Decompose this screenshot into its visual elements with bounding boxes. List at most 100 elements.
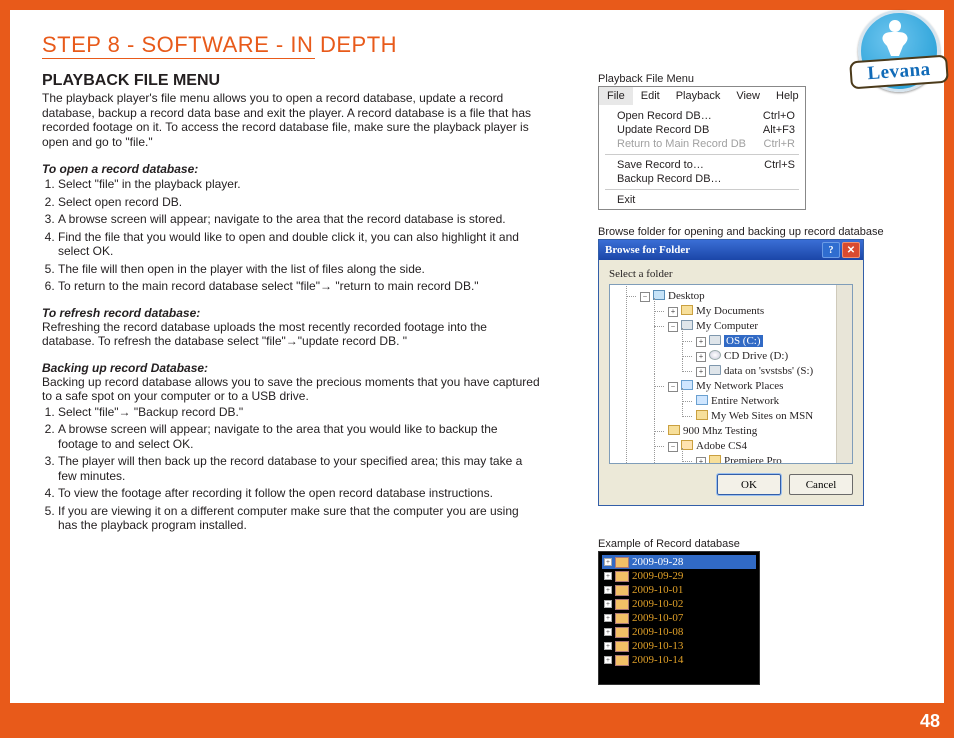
tree-label: data on 'svstsbs' (S:) xyxy=(724,365,813,377)
shot1-caption: Playback File Menu xyxy=(598,73,694,85)
folder-icon xyxy=(696,410,708,420)
menu-view[interactable]: View xyxy=(728,87,768,105)
list-item: To view the footage after recording it f… xyxy=(58,486,540,501)
menu-exit[interactable]: Exit xyxy=(599,193,805,207)
menu-edit[interactable]: Edit xyxy=(633,87,668,105)
tree-msn-sites[interactable]: My Web Sites on MSN xyxy=(682,409,850,424)
list-item: Select "file"→ "Backup record DB." xyxy=(58,405,540,420)
menu-separator xyxy=(605,189,799,190)
menu-backup-record-db[interactable]: Backup Record DB… xyxy=(599,172,805,186)
tree-label: My Computer xyxy=(696,320,758,332)
menu-shortcut: Ctrl+O xyxy=(763,110,795,122)
folder-icon xyxy=(681,305,693,315)
shot2-caption: Browse folder for opening and backing up… xyxy=(598,226,884,238)
tree-label: My Web Sites on MSN xyxy=(711,410,813,422)
menu-label: Save Record to… xyxy=(617,159,704,171)
subheading-open: To open a record database: xyxy=(42,162,540,176)
record-date: 2009-09-29 xyxy=(632,570,683,582)
folder-icon xyxy=(615,627,629,638)
record-date: 2009-09-28 xyxy=(632,556,683,568)
tree-entire-network[interactable]: Entire Network xyxy=(682,394,850,409)
list-item: If you are viewing it on a different com… xyxy=(58,504,540,533)
heading-rule xyxy=(42,58,315,59)
folder-icon xyxy=(615,599,629,610)
folder-icon xyxy=(615,557,629,568)
menu-label: Exit xyxy=(617,194,635,206)
menu-separator xyxy=(605,154,799,155)
tree-desktop[interactable]: −Desktop +My Documents −My Computer +OS … xyxy=(626,289,850,464)
left-column: To open a record database: Select "file"… xyxy=(42,150,540,536)
folder-icon xyxy=(615,585,629,596)
drive-icon xyxy=(709,335,721,345)
ok-button[interactable]: OK xyxy=(717,474,781,495)
tree-adobe-cs4[interactable]: −Adobe CS4 +Premiere Pro Clip Data xyxy=(654,439,850,464)
cd-icon xyxy=(709,350,721,360)
record-row[interactable]: +2009-09-28 xyxy=(602,555,756,569)
menu-update-record-db[interactable]: Update Record DBAlt+F3 xyxy=(599,123,805,137)
logo-text: Levana xyxy=(867,59,932,85)
tree-label: My Documents xyxy=(696,305,764,317)
tree-label: Desktop xyxy=(668,290,705,302)
record-row[interactable]: +2009-10-14 xyxy=(602,653,756,667)
subheading-backup: Backing up record Database: xyxy=(42,361,540,375)
levana-logo: Levana xyxy=(852,6,948,102)
menu-playback[interactable]: Playback xyxy=(668,87,729,105)
record-row[interactable]: +2009-10-02 xyxy=(602,597,756,611)
record-row[interactable]: +2009-09-29 xyxy=(602,569,756,583)
record-row[interactable]: +2009-10-01 xyxy=(602,583,756,597)
section-heading: PLAYBACK FILE MENU xyxy=(42,72,220,90)
close-icon[interactable]: ✕ xyxy=(842,242,860,258)
menubar: File Edit Playback View Help xyxy=(599,87,805,105)
record-row[interactable]: +2009-10-07 xyxy=(602,611,756,625)
menu-return-main-db: Return to Main Record DBCtrl+R xyxy=(599,137,805,151)
tree-network-places[interactable]: −My Network Places Entire Network My Web… xyxy=(654,379,850,424)
cancel-button[interactable]: Cancel xyxy=(789,474,853,495)
list-item: The file will then open in the player wi… xyxy=(58,262,540,277)
tree-my-computer[interactable]: −My Computer +OS (C:) +CD Drive (D:) +da… xyxy=(654,319,850,379)
folder-icon xyxy=(615,655,629,666)
folder-icon xyxy=(709,455,721,464)
list-item: Select "file" in the playback player. xyxy=(58,177,540,192)
help-icon[interactable]: ? xyxy=(822,242,840,258)
page: STEP 8 - SOFTWARE - IN DEPTH PLAYBACK FI… xyxy=(10,10,944,703)
record-date: 2009-10-08 xyxy=(632,626,683,638)
record-date: 2009-10-01 xyxy=(632,584,683,596)
dialog-title: Browse for Folder xyxy=(605,244,690,256)
backup-paragraph: Backing up record database allows you to… xyxy=(42,375,540,404)
folder-icon xyxy=(615,641,629,652)
menu-shortcut: Ctrl+S xyxy=(764,159,795,171)
shot3-caption: Example of Record database xyxy=(598,538,740,550)
open-list: Select "file" in the playback player. Se… xyxy=(42,177,540,294)
record-row[interactable]: +2009-10-08 xyxy=(602,625,756,639)
logo-figure-icon xyxy=(870,16,920,60)
tree-os-c[interactable]: +OS (C:) xyxy=(682,334,850,349)
menu-save-record-to[interactable]: Save Record to… Ctrl+S xyxy=(599,158,805,172)
tree-my-documents[interactable]: +My Documents xyxy=(654,304,850,319)
folder-tree[interactable]: −Desktop +My Documents −My Computer +OS … xyxy=(609,284,853,464)
backup-list: Select "file"→ "Backup record DB." A bro… xyxy=(42,405,540,533)
tree-label: 900 Mhz Testing xyxy=(683,425,757,437)
tree-premiere-pro[interactable]: +Premiere Pro xyxy=(682,454,850,464)
page-number: 48 xyxy=(920,711,940,732)
record-date: 2009-10-13 xyxy=(632,640,683,652)
record-date: 2009-10-02 xyxy=(632,598,683,610)
tree-label: OS (C:) xyxy=(724,335,763,347)
step-heading: STEP 8 - SOFTWARE - IN DEPTH xyxy=(42,32,397,58)
tree-label: Entire Network xyxy=(711,395,779,407)
menu-file[interactable]: File xyxy=(599,87,633,105)
menu-open-record-db[interactable]: Open Record DB…Ctrl+O xyxy=(599,109,805,123)
dialog-prompt: Select a folder xyxy=(599,260,863,284)
record-database-screenshot: +2009-09-28 +2009-09-29 +2009-10-01 +200… xyxy=(598,551,760,685)
tree-cd-drive[interactable]: +CD Drive (D:) xyxy=(682,349,850,364)
file-menu-dropdown: Open Record DB…Ctrl+O Update Record DBAl… xyxy=(599,105,805,209)
list-item: A browse screen will appear; navigate to… xyxy=(58,212,540,227)
menu-help[interactable]: Help xyxy=(768,87,807,105)
record-row[interactable]: +2009-10-13 xyxy=(602,639,756,653)
drive-icon xyxy=(709,365,721,375)
dialog-titlebar: Browse for Folder ? ✕ xyxy=(599,240,863,260)
menu-label: Return to Main Record DB xyxy=(617,138,746,150)
record-date: 2009-10-07 xyxy=(632,612,683,624)
list-item: To return to the main record database se… xyxy=(58,279,540,294)
tree-network-drive[interactable]: +data on 'svstsbs' (S:) xyxy=(682,364,850,379)
tree-900mhz[interactable]: 900 Mhz Testing xyxy=(654,424,850,439)
